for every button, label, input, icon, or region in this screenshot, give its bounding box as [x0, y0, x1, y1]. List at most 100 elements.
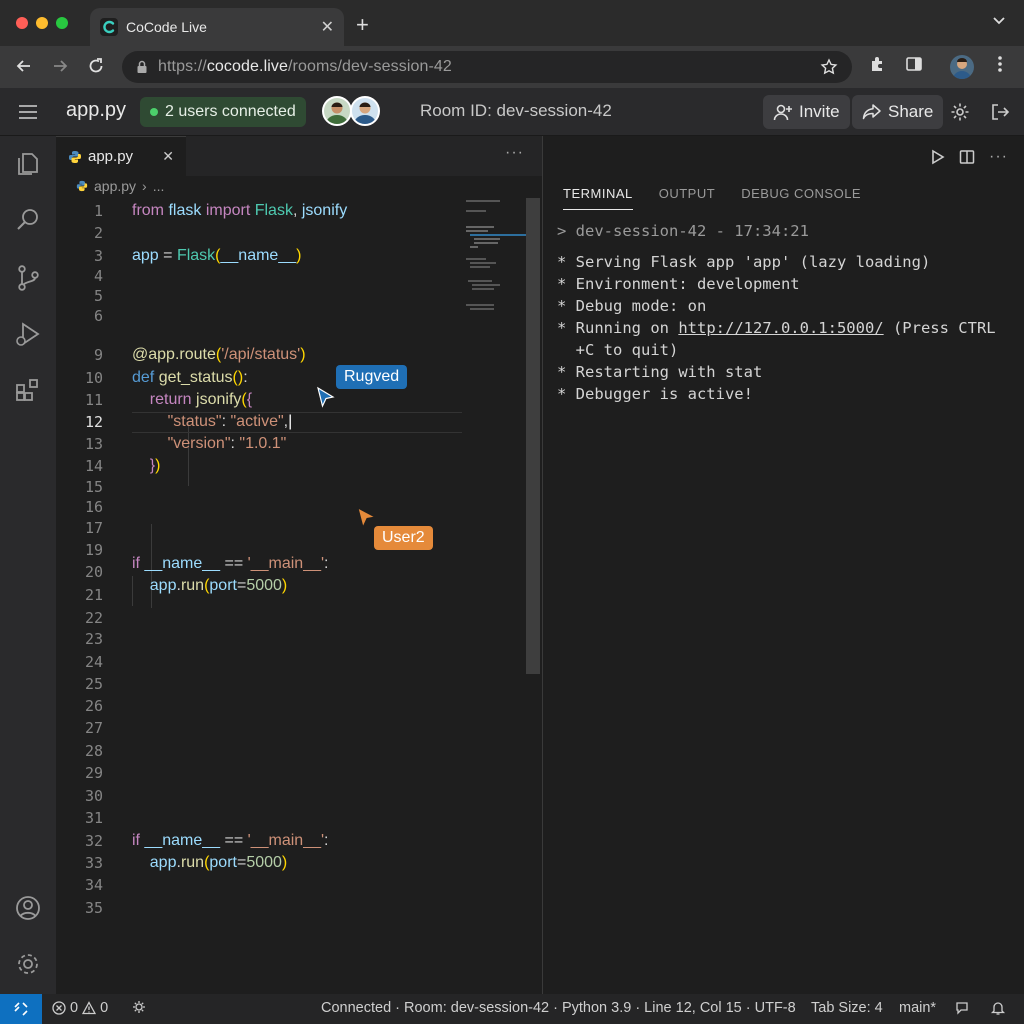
breadcrumb-file[interactable]: app.py [94, 178, 136, 194]
user-avatar-2[interactable] [350, 96, 380, 126]
error-icon [52, 1001, 66, 1015]
address-bar[interactable]: https://cocode.live/rooms/dev-session-42 [122, 51, 852, 83]
minimap[interactable] [464, 198, 526, 318]
run-play-icon[interactable] [931, 149, 945, 165]
new-tab-button[interactable]: + [356, 12, 369, 38]
app-header: app.py 2 users connected Room ID: dev-se… [0, 88, 1024, 136]
split-editor-icon[interactable] [959, 149, 975, 165]
code-line[interactable]: app.run(port=5000) [132, 577, 287, 595]
more-actions-icon[interactable]: ··· [989, 148, 1008, 166]
line-number: 31 [84, 809, 103, 827]
live-share-icon[interactable] [132, 1000, 146, 1014]
tab-output[interactable]: OUTPUT [659, 186, 715, 210]
line-number: 24 [84, 653, 103, 671]
extensions-puzzle-icon[interactable] [868, 54, 888, 74]
code-line[interactable]: @app.route('/api/status') [132, 346, 306, 364]
share-button-label: Share [888, 102, 934, 121]
settings-gear-icon[interactable] [950, 102, 970, 122]
share-button[interactable]: Share [852, 95, 944, 129]
feedback-icon[interactable] [955, 1000, 971, 1016]
error-count: 0 [70, 1000, 79, 1016]
line-number: 17 [84, 519, 103, 537]
manage-gear-icon[interactable] [14, 950, 42, 978]
code-line[interactable]: "status": "active",| [132, 413, 293, 431]
line-number: 34 [84, 876, 103, 894]
line-number: 25 [84, 675, 103, 693]
line-number: 2 [93, 224, 103, 242]
line-number: 14 [84, 457, 103, 475]
terminal-output[interactable]: > dev-session-42 - 17:34:21 * Serving Fla… [557, 220, 996, 405]
window-controls [16, 17, 68, 29]
git-branch-indicator[interactable]: main* [899, 1000, 936, 1016]
browser-toolbar: https://cocode.live/rooms/dev-session-42 [0, 46, 1024, 88]
hamburger-menu-icon[interactable] [18, 104, 38, 120]
chevron-down-icon[interactable] [992, 16, 1006, 26]
terminal-line: * Serving Flask app 'app' (lazy loading) [557, 253, 931, 271]
reload-icon[interactable] [86, 56, 106, 76]
tab-debug-console[interactable]: DEBUG CONSOLE [741, 186, 861, 210]
warning-icon [82, 1001, 97, 1015]
minimize-window-button[interactable] [36, 17, 48, 29]
line-number: 9 [93, 346, 103, 364]
extensions-blocks-icon[interactable] [14, 376, 42, 404]
editor-scrollbar-thumb[interactable] [526, 198, 540, 674]
line-number: 22 [84, 609, 103, 627]
browser-tab-strip: CoCode Live ✕ + [0, 0, 1024, 46]
run-debug-icon[interactable] [14, 320, 42, 348]
explorer-files-icon[interactable] [14, 150, 42, 178]
code-line[interactable]: if __name__ == '__main__': [132, 832, 329, 850]
close-window-button[interactable] [16, 17, 28, 29]
tab-terminal[interactable]: TERMINAL [563, 186, 633, 210]
code-line[interactable]: from flask import Flask, jsonify [132, 202, 347, 220]
line-number: 5 [93, 287, 103, 305]
users-connected-badge[interactable]: 2 users connected [140, 97, 306, 127]
code-line[interactable]: def get_status(): [132, 369, 248, 387]
code-line[interactable]: app = Flask(__name__) [132, 247, 301, 265]
line-number: 13 [84, 435, 103, 453]
code-line[interactable]: "version": "1.0.1" [132, 435, 287, 453]
problems-indicator[interactable]: 0 0 [52, 1000, 108, 1016]
source-control-icon[interactable] [14, 264, 42, 292]
invite-button[interactable]: Invite [763, 95, 850, 129]
account-icon[interactable] [14, 894, 42, 922]
more-actions-icon[interactable]: ··· [505, 144, 524, 162]
line-number: 27 [84, 719, 103, 737]
browser-menu-icon[interactable] [990, 54, 1010, 74]
activity-bar [0, 136, 56, 994]
browser-tab-title: CoCode Live [126, 19, 207, 35]
maximize-window-button[interactable] [56, 17, 68, 29]
notification-bell-icon[interactable] [990, 1000, 1006, 1016]
close-tab-icon[interactable]: ✕ [162, 148, 174, 165]
forward-arrow-icon[interactable] [50, 56, 70, 76]
code-line[interactable]: if __name__ == '__main__': [132, 555, 329, 573]
back-arrow-icon[interactable] [14, 56, 34, 76]
code-line[interactable]: return jsonify({ [132, 391, 252, 409]
search-icon[interactable] [14, 206, 42, 234]
side-panel-icon[interactable] [904, 54, 924, 74]
line-number: 19 [84, 541, 103, 559]
line-number: 29 [84, 764, 103, 782]
user-avatar-1[interactable] [322, 96, 352, 126]
tab-size-indicator[interactable]: Tab Size: 4 [811, 1000, 883, 1016]
remote-cursor-pointer-icon [316, 386, 336, 410]
logout-icon[interactable] [990, 102, 1010, 122]
code-line[interactable]: app.run(port=5000) [132, 854, 287, 872]
server-url-link[interactable]: http://127.0.0.1:5000/ [678, 319, 883, 337]
warning-count: 0 [100, 1000, 109, 1016]
python-file-icon [76, 180, 88, 192]
terminal-line: * Debug mode: on [557, 297, 707, 315]
line-number: 10 [84, 369, 103, 387]
close-tab-icon[interactable]: ✕ [321, 17, 334, 37]
browser-tab[interactable]: CoCode Live ✕ [90, 8, 344, 46]
line-number: 35 [84, 899, 103, 917]
code-editor: app.py ✕ ··· app.py › ... 1 2 3 4 5 6 9 10 11 12 1… [56, 136, 542, 994]
remote-connection-icon[interactable] [0, 994, 42, 1024]
code-line[interactable]: }) [132, 457, 161, 475]
status-summary[interactable]: Connected · Room: dev-session-42 · Pytho… [321, 1000, 796, 1016]
editor-tab-label: app.py [88, 148, 134, 165]
profile-avatar[interactable] [950, 55, 974, 79]
bookmark-star-icon[interactable] [820, 58, 838, 76]
breadcrumb-more[interactable]: ... [153, 178, 165, 194]
line-number: 30 [84, 787, 103, 805]
editor-tab-app-py[interactable]: app.py ✕ [56, 136, 186, 176]
